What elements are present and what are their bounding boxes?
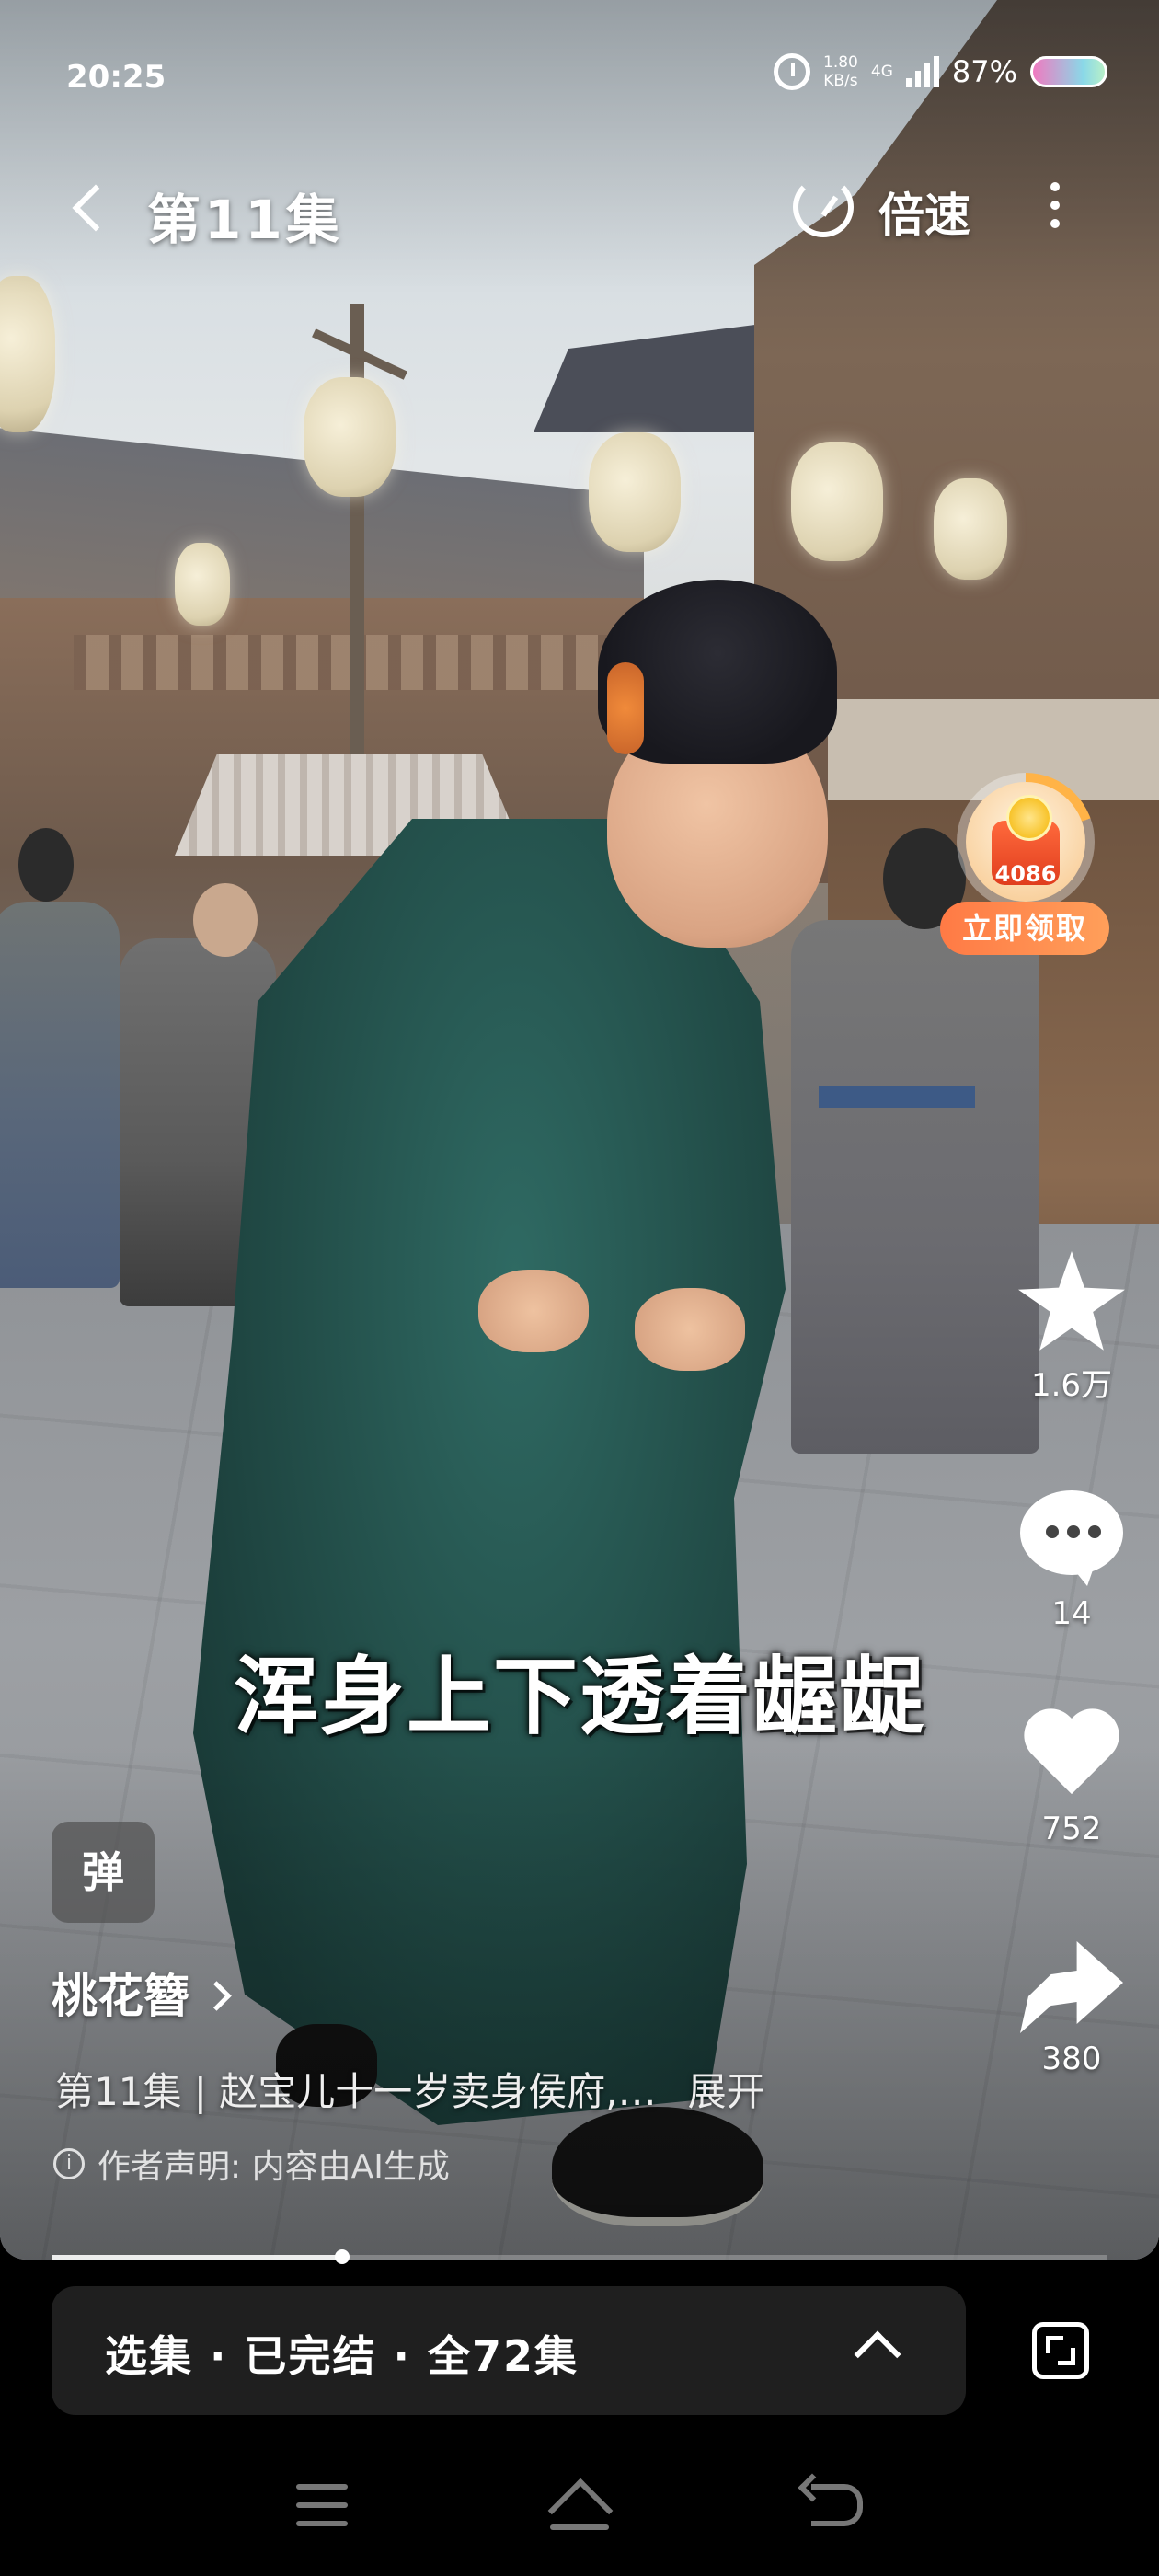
speed-dial-icon[interactable]	[793, 177, 854, 237]
share-arrow-icon[interactable]	[1020, 1941, 1123, 2033]
progress-thumb[interactable]	[334, 2249, 350, 2264]
video-scene-lantern	[304, 377, 396, 497]
video-scene-hand	[635, 1288, 745, 1371]
video-scene-person-belt	[819, 1086, 975, 1108]
episode-selector-label: 选集 · 已完结 · 全72集	[105, 2331, 580, 2381]
video-scene-hand	[478, 1270, 589, 1352]
video-scene-lantern	[589, 432, 681, 552]
claim-reward-button[interactable]: 立即领取	[940, 902, 1109, 955]
video-player[interactable]	[0, 0, 1159, 2260]
reward-progress-ring	[957, 773, 1095, 911]
favorite-action[interactable]: 1.6万	[1012, 1251, 1131, 1405]
video-scene-person	[791, 920, 1039, 1454]
signal-icon	[905, 56, 939, 87]
video-progress-bar[interactable]	[52, 2249, 1107, 2264]
info-icon: i	[53, 2148, 85, 2179]
battery-icon	[1030, 56, 1107, 87]
battery-percent: 87%	[951, 54, 1017, 89]
status-bar: 20:25 1.80 KB/s 4G 87%	[0, 53, 1159, 109]
video-scene-person	[0, 902, 120, 1288]
danmu-toggle-button[interactable]: 弹	[52, 1822, 155, 1923]
video-subtitle: 浑身上下透着龌龊	[233, 1648, 925, 1746]
reward-amount: 4086	[994, 861, 1057, 887]
net-speed: 1.80 KB/s	[823, 53, 858, 90]
reward-widget[interactable]: 4086 立即领取	[940, 773, 1115, 971]
top-bar: 第11集 倍速	[0, 166, 1159, 251]
net-speed-value: 1.80	[823, 53, 858, 72]
back-icon[interactable]	[811, 2484, 863, 2526]
star-icon[interactable]	[1018, 1251, 1125, 1351]
video-scene-person-head	[193, 883, 258, 957]
coin-icon	[1006, 795, 1052, 841]
video-scene-person-head	[18, 828, 74, 902]
drama-title-link[interactable]: 桃花簪	[52, 1960, 232, 2026]
alarm-icon	[774, 53, 811, 90]
drama-title: 桃花簪	[52, 1970, 189, 2023]
favorite-count: 1.6万	[1030, 1367, 1113, 1404]
more-options-icon[interactable]	[1041, 177, 1069, 241]
system-nav-bar	[0, 2466, 1159, 2548]
ai-disclaimer: i 作者声明: 内容由AI生成	[53, 2140, 450, 2188]
share-count: 380	[1041, 2041, 1102, 2077]
video-scene-lantern	[0, 276, 55, 432]
back-arrow-icon[interactable]	[64, 178, 120, 234]
network-type: 4G	[870, 63, 893, 81]
fullscreen-icon[interactable]	[1032, 2322, 1089, 2379]
progress-fill	[52, 2255, 342, 2260]
video-scene-lantern	[791, 442, 883, 561]
status-indicators: 1.80 KB/s 4G 87%	[774, 53, 1107, 90]
home-icon[interactable]	[550, 2482, 609, 2530]
video-scene-pole	[350, 304, 364, 782]
share-action[interactable]: 380	[1012, 1941, 1131, 2077]
like-count: 752	[1041, 1811, 1102, 1847]
video-scene-flower	[607, 662, 644, 754]
status-time: 20:25	[66, 59, 166, 96]
video-scene-bridge	[74, 635, 662, 690]
comment-action[interactable]: 14	[1012, 1490, 1131, 1632]
speed-button[interactable]: 倍速	[878, 178, 970, 245]
video-scene-lantern	[175, 543, 230, 626]
net-speed-unit: KB/s	[823, 72, 858, 90]
ai-disclaimer-text: 作者声明: 内容由AI生成	[98, 2148, 450, 2186]
video-scene-lantern	[934, 478, 1007, 580]
description-text: 第11集 | 赵宝儿十一岁卖身侯府,…	[55, 2069, 657, 2114]
chevron-up-icon[interactable]	[854, 2330, 901, 2378]
comment-count: 14	[1051, 1595, 1092, 1632]
chevron-right-icon	[201, 1981, 232, 2011]
comment-bubble-icon[interactable]	[1020, 1490, 1123, 1575]
episode-selector[interactable]: 选集 · 已完结 · 全72集	[52, 2286, 966, 2415]
episode-description: 第11集 | 赵宝儿十一岁卖身侯府,… 展开	[55, 2061, 765, 2117]
episode-title: 第11集	[147, 189, 343, 251]
expand-link[interactable]: 展开	[688, 2069, 765, 2114]
menu-icon[interactable]	[296, 2484, 348, 2526]
